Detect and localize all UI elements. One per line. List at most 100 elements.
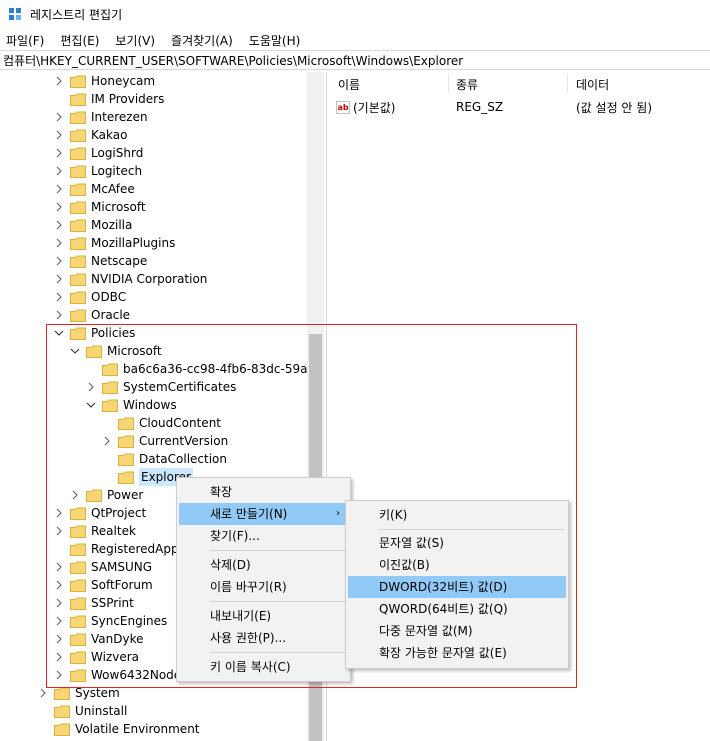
tree-item[interactable]: MozillaPlugins [54,234,175,252]
address-bar[interactable]: 컴퓨터\HKEY_CURRENT_USER\SOFTWARE\Policies\… [0,50,710,70]
chevron-right-icon[interactable] [54,112,64,122]
chevron-right-icon[interactable] [54,220,64,230]
tree-item[interactable]: SystemCertificates [86,378,236,396]
chevron-right-icon[interactable] [54,562,64,572]
chevron-right-icon[interactable] [86,382,96,392]
tree-item[interactable]: DataCollection [102,450,227,468]
column-separator[interactable] [448,74,449,92]
tree-item[interactable]: Oracle [54,306,130,324]
tree-item[interactable]: Wow6432Node [54,666,181,684]
column-data[interactable]: 데이터 [576,76,609,93]
ctx-permissions[interactable]: 사용 권한(P)... [179,627,348,649]
tree-item[interactable]: ODBC [54,288,126,306]
chevron-right-icon[interactable] [54,256,64,266]
tree-item[interactable]: McAfee [54,180,135,198]
tree-item[interactable]: SSPrint [54,594,134,612]
ctx-delete[interactable]: 삭제(D) [179,554,348,576]
chevron-down-icon[interactable] [86,400,96,410]
tree-item[interactable]: Microsoft [54,198,146,216]
chevron-right-icon[interactable] [54,184,64,194]
menu-edit[interactable]: 편집(E) [60,32,99,49]
chevron-right-icon[interactable] [54,166,64,176]
ctx-find[interactable]: 찾기(F)... [179,525,348,547]
tree-item[interactable]: Honeycam [54,72,155,90]
column-name[interactable]: 이름 [338,76,360,93]
list-row[interactable]: ab (기본값) REG_SZ (값 설정 안 됨) [336,98,652,116]
ctx-new[interactable]: 새로 만들기(N) › [179,503,348,525]
chevron-right-icon[interactable] [54,148,64,158]
tree-item[interactable]: CurrentVersion [102,432,228,450]
chevron-right-icon[interactable] [54,634,64,644]
chevron-right-icon[interactable] [54,508,64,518]
chevron-right-icon[interactable] [102,436,112,446]
tree-item[interactable]: NVIDIA Corporation [54,270,207,288]
chevron-right-icon[interactable] [54,670,64,680]
chevron-right-icon[interactable] [54,580,64,590]
chevron-right-icon[interactable] [54,130,64,140]
tree-item[interactable]: IM Providers [54,90,164,108]
tree-item[interactable]: SAMSUNG [54,558,152,576]
menu-view[interactable]: 보기(V) [115,32,155,49]
tree-item[interactable]: RegisteredApplic [54,540,192,558]
chevron-right-icon[interactable] [54,292,64,302]
folder-icon [54,705,70,718]
tree-item-label: Honeycam [91,74,156,88]
menu-help[interactable]: 도움말(H) [249,32,301,49]
tree-item-label: SAMSUNG [91,560,153,574]
tree-item[interactable]: SyncEngines [54,612,167,630]
tree-item[interactable]: System [38,684,120,702]
tree-item[interactable]: Mozilla [54,216,132,234]
ctx-export[interactable]: 내보내기(E) [179,605,348,627]
chevron-right-icon[interactable] [54,526,64,536]
submenu-key[interactable]: 키(K) [348,504,566,526]
chevron-right-icon[interactable] [54,310,64,320]
chevron-right-icon[interactable] [54,238,64,248]
folder-icon [70,147,86,160]
submenu-dword-value[interactable]: DWORD(32비트) 값(D) [348,576,566,598]
tree-item[interactable]: Microsoft [70,342,162,360]
tree-item[interactable]: Policies [54,324,135,342]
chevron-right-icon[interactable] [54,598,64,608]
tree-item[interactable]: Wizvera [54,648,139,666]
tree-item[interactable]: Volatile Environment [38,720,200,738]
ctx-copy-key-name[interactable]: 키 이름 복사(C) [179,656,348,678]
menu-favorites[interactable]: 즐겨찾기(A) [171,32,233,49]
tree-item[interactable]: LogiShrd [54,144,143,162]
chevron-down-icon[interactable] [70,346,80,356]
ctx-expand[interactable]: 확장 [179,481,348,503]
tree-item[interactable]: Uninstall [38,702,127,720]
tree-item[interactable]: Realtek [54,522,136,540]
ctx-rename[interactable]: 이름 바꾸기(R) [179,576,348,598]
chevron-right-icon[interactable] [54,652,64,662]
column-separator[interactable] [567,74,568,92]
menu-separator [210,652,346,653]
tree-item[interactable]: QtProject [54,504,146,522]
submenu-expandable-string-value[interactable]: 확장 가능한 문자열 값(E) [348,642,566,664]
tree-item[interactable]: ba6c6a36-cc98-4fb6-83dc-59ad5 [86,360,323,378]
chevron-right-icon[interactable] [70,490,80,500]
tree-item[interactable]: Power [70,486,143,504]
submenu-multi-string-value[interactable]: 다중 문자열 값(M) [348,620,566,642]
chevron-right-icon[interactable] [38,688,48,698]
chevron-down-icon[interactable] [54,328,64,338]
tree-item[interactable]: VanDyke [54,630,143,648]
tree-item[interactable]: SoftForum [54,576,153,594]
chevron-right-icon[interactable] [54,202,64,212]
tree-item[interactable]: Windows [86,396,177,414]
value-name: (기본값) [353,100,396,115]
tree-item[interactable]: Kakao [54,126,127,144]
tree-item[interactable]: Netscape [54,252,147,270]
submenu-string-value[interactable]: 문자열 값(S) [348,532,566,554]
tree-item[interactable]: Logitech [54,162,142,180]
tree-item[interactable]: CloudContent [102,414,221,432]
submenu-binary-value[interactable]: 이진값(B) [348,554,566,576]
tree-item[interactable]: Interezen [54,108,148,126]
chevron-right-icon[interactable] [54,274,64,284]
menu-file[interactable]: 파일(F) [6,32,44,49]
submenu-qword-value[interactable]: QWORD(64비트) 값(Q) [348,598,566,620]
chevron-right-icon[interactable] [54,76,64,86]
column-type[interactable]: 종류 [456,76,478,93]
chevron-right-icon[interactable] [54,616,64,626]
